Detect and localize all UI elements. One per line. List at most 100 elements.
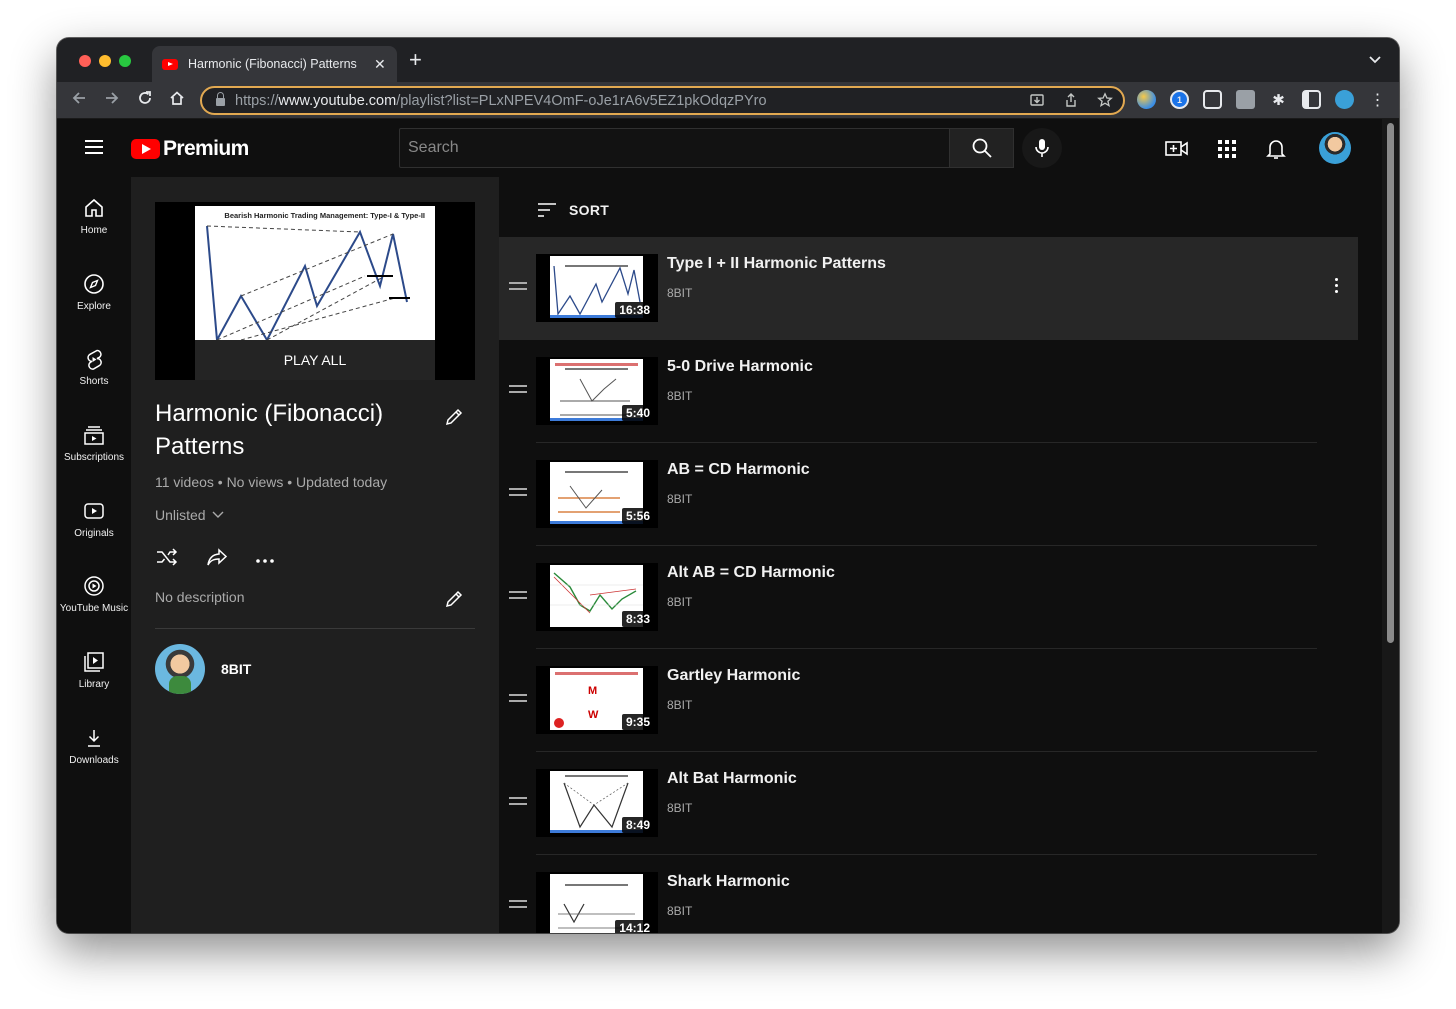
video-thumbnail[interactable]: 8:49 [536, 769, 658, 837]
playlist-actions [155, 547, 275, 572]
hamburger-menu-icon[interactable] [85, 140, 103, 154]
list-item[interactable]: MW 9:35 Gartley Harmonic 8BIT [499, 649, 1358, 752]
share-arrow-icon[interactable] [205, 547, 229, 572]
list-item[interactable]: 5:56 AB = CD Harmonic 8BIT [499, 443, 1358, 546]
create-video-icon[interactable] [1165, 137, 1189, 161]
music-icon [84, 576, 104, 596]
guide-item-originals[interactable]: Originals [57, 500, 131, 539]
guide-item-youtube-music[interactable]: YouTube Music [57, 575, 131, 614]
list-item[interactable]: 8:33 Alt AB = CD Harmonic 8BIT [499, 546, 1358, 649]
side-panel-icon[interactable] [1302, 90, 1321, 109]
edit-title-pencil-icon[interactable] [444, 407, 464, 432]
video-thumbnail[interactable]: 16:38 [536, 254, 658, 322]
search-button[interactable] [949, 128, 1014, 168]
video-channel[interactable]: 8BIT [667, 389, 692, 403]
edit-description-pencil-icon[interactable] [444, 589, 464, 614]
list-item[interactable]: 8:49 Alt Bat Harmonic 8BIT [499, 752, 1358, 855]
drag-handle-icon[interactable] [509, 797, 527, 805]
video-thumbnail[interactable]: 5:56 [536, 460, 658, 528]
more-actions-icon[interactable] [255, 551, 275, 569]
apps-grid-icon[interactable] [1215, 137, 1239, 161]
guide-item-library[interactable]: Library [57, 651, 131, 690]
video-title[interactable]: AB = CD Harmonic [667, 461, 810, 479]
address-bar[interactable]: https://www.youtube.com/playlist?list=PL… [200, 86, 1125, 115]
video-channel[interactable]: 8BIT [667, 904, 692, 918]
maximize-window-button[interactable] [119, 55, 131, 67]
drag-handle-icon[interactable] [509, 488, 527, 496]
back-arrow-icon[interactable] [71, 90, 87, 111]
new-tab-button[interactable]: + [409, 49, 422, 71]
shorts-icon [87, 349, 102, 370]
drag-handle-icon[interactable] [509, 282, 527, 290]
sort-label: SORT [569, 202, 610, 218]
window-extension-icon[interactable] [1203, 90, 1222, 109]
camera-extension-icon[interactable] [1236, 90, 1255, 109]
video-thumbnail[interactable]: 5:40 [536, 357, 658, 425]
globe-extension-icon[interactable] [1137, 90, 1156, 109]
subscriptions-icon [84, 426, 104, 445]
video-title[interactable]: Type I + II Harmonic Patterns [667, 255, 886, 273]
guide-item-shorts[interactable]: Shorts [57, 348, 131, 387]
video-duration: 9:35 [621, 714, 654, 730]
video-thumbnail[interactable]: MW 9:35 [536, 666, 658, 734]
close-tab-icon[interactable]: ✕ [374, 56, 386, 73]
account-avatar[interactable] [1319, 132, 1351, 164]
video-thumbnail[interactable]: 8:33 [536, 563, 658, 631]
video-title[interactable]: Alt Bat Harmonic [667, 770, 797, 788]
forward-arrow-icon[interactable] [104, 90, 120, 111]
video-channel[interactable]: 8BIT [667, 286, 692, 300]
browser-menu-icon[interactable]: ⋮ [1368, 90, 1387, 109]
drag-handle-icon[interactable] [509, 900, 527, 908]
youtube-premium-logo[interactable]: Premium [131, 137, 249, 161]
close-window-button[interactable] [79, 55, 91, 67]
guide-item-downloads[interactable]: Downloads [57, 727, 131, 766]
search-input[interactable]: Search [399, 128, 950, 168]
sort-button[interactable]: SORT [537, 202, 609, 218]
drag-handle-icon[interactable] [509, 591, 527, 599]
video-menu-icon[interactable] [1335, 278, 1339, 296]
video-title[interactable]: 5-0 Drive Harmonic [667, 358, 813, 376]
drag-handle-icon[interactable] [509, 385, 527, 393]
voice-search-button[interactable] [1022, 128, 1062, 168]
playlist-thumbnail[interactable]: Bearish Harmonic Trading Management: Typ… [155, 202, 475, 380]
privacy-label: Unlisted [155, 507, 206, 523]
bookmark-star-icon[interactable] [1097, 92, 1113, 111]
notifications-bell-icon[interactable] [1264, 137, 1288, 161]
profile-avatar-icon[interactable] [1335, 90, 1354, 109]
list-item[interactable]: 14:12 Shark Harmonic 8BIT [499, 855, 1358, 933]
shuffle-icon[interactable] [155, 547, 179, 572]
share-icon[interactable] [1063, 92, 1079, 111]
guide-item-home[interactable]: Home [57, 197, 131, 236]
list-item[interactable]: 16:38 Type I + II Harmonic Patterns 8BIT [499, 237, 1358, 340]
browser-tab[interactable]: Harmonic (Fibonacci) Patterns ✕ [152, 46, 397, 82]
minimize-window-button[interactable] [99, 55, 111, 67]
list-item[interactable]: 5:40 5-0 Drive Harmonic 8BIT [499, 340, 1358, 443]
playlist-description: No description [155, 589, 245, 605]
tab-strip: Harmonic (Fibonacci) Patterns ✕ + [57, 38, 1399, 82]
tab-search-chevron-icon[interactable] [1369, 52, 1381, 67]
video-title[interactable]: Gartley Harmonic [667, 667, 800, 685]
reload-icon[interactable] [137, 90, 153, 111]
page-scrollbar[interactable] [1382, 119, 1399, 933]
owner-avatar[interactable] [155, 644, 205, 694]
home-browser-icon[interactable] [169, 90, 185, 111]
video-channel[interactable]: 8BIT [667, 801, 692, 815]
video-title[interactable]: Alt AB = CD Harmonic [667, 564, 835, 582]
install-app-icon[interactable] [1029, 92, 1045, 111]
video-channel[interactable]: 8BIT [667, 492, 692, 506]
video-channel[interactable]: 8BIT [667, 595, 692, 609]
guide-item-subscriptions[interactable]: Subscriptions [57, 424, 131, 463]
scrollbar-thumb[interactable] [1387, 123, 1394, 643]
extensions-puzzle-icon[interactable]: ✱ [1269, 90, 1288, 109]
video-thumbnail[interactable]: 14:12 [536, 872, 658, 933]
chevron-down-icon [212, 511, 224, 518]
password-manager-icon[interactable]: 1 [1170, 90, 1189, 109]
owner-name[interactable]: 8BIT [221, 661, 251, 677]
drag-handle-icon[interactable] [509, 694, 527, 702]
url-text: https://www.youtube.com/playlist?list=PL… [235, 92, 767, 109]
play-all-button[interactable]: PLAY ALL [155, 352, 475, 368]
video-channel[interactable]: 8BIT [667, 698, 692, 712]
privacy-dropdown[interactable]: Unlisted [155, 507, 224, 523]
video-title[interactable]: Shark Harmonic [667, 873, 790, 891]
guide-item-explore[interactable]: Explore [57, 273, 131, 312]
